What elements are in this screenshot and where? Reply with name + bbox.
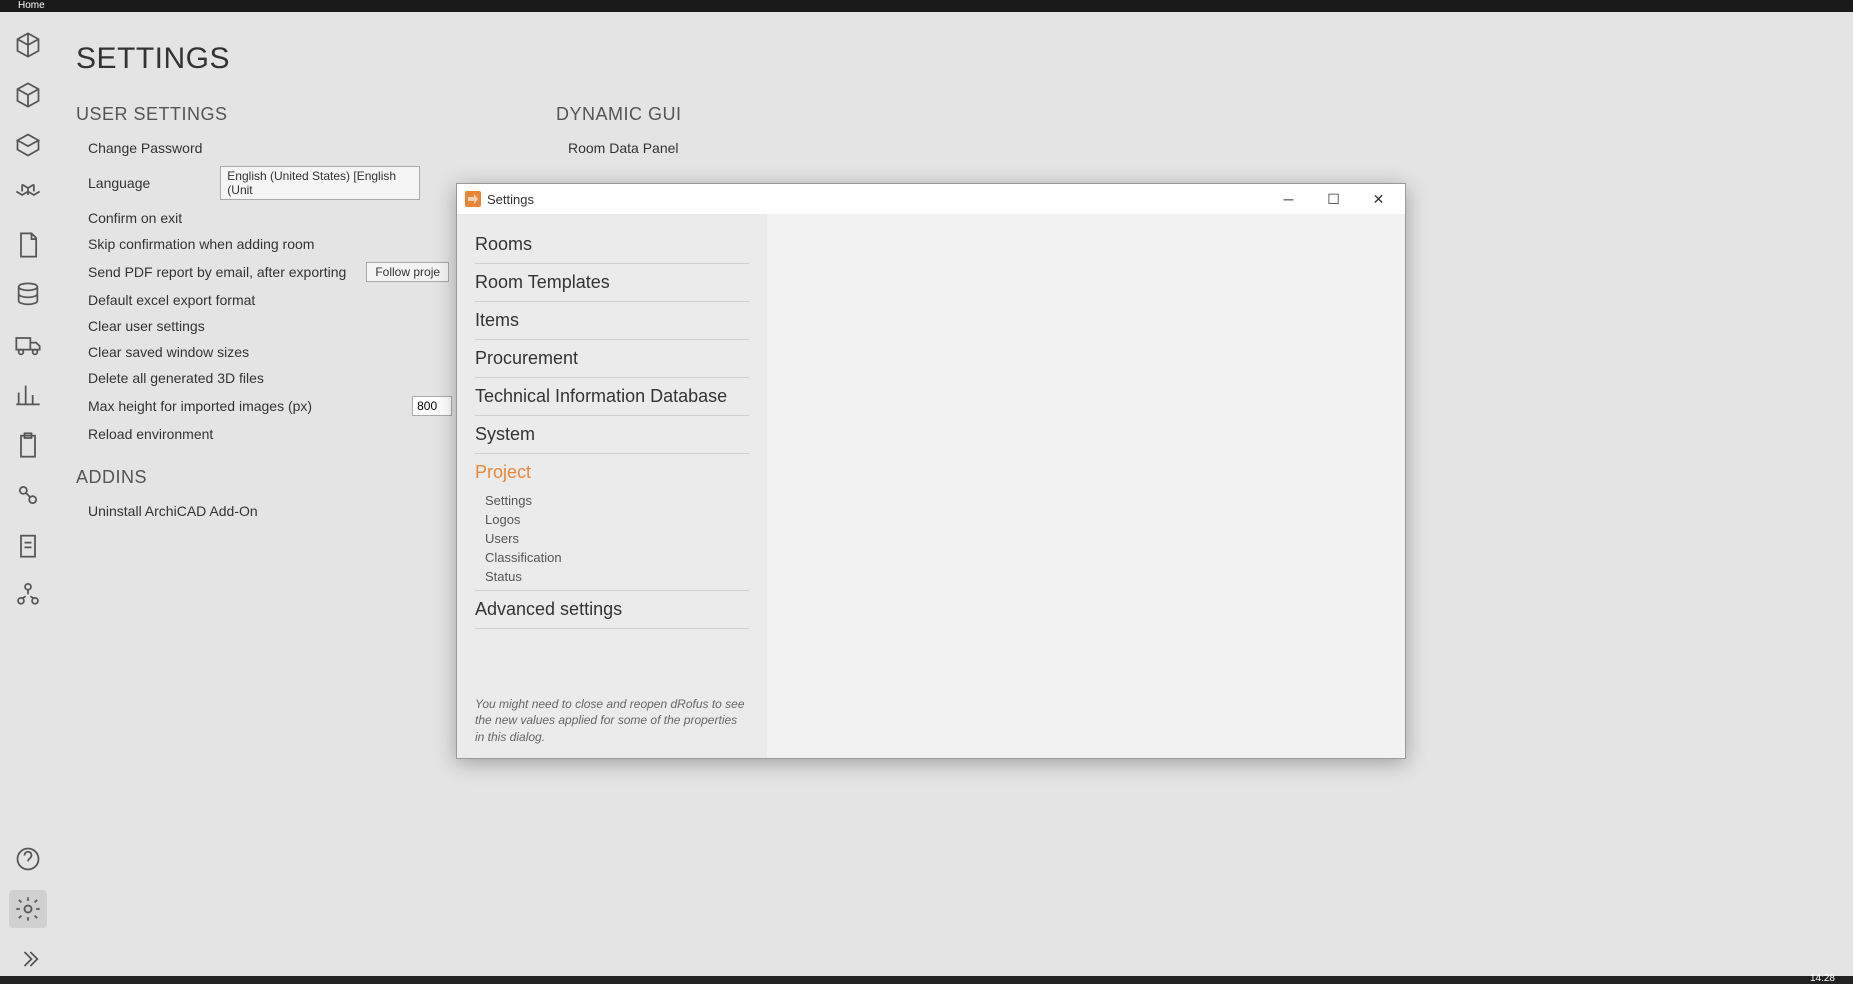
nav-cube-icon-1[interactable] [9,26,47,64]
dialog-content [767,214,1405,758]
change-password-link[interactable]: Change Password [76,135,496,161]
home-tab[interactable]: Home [18,0,45,11]
clear-window-link[interactable]: Clear saved window sizes [76,339,496,365]
delete-3d-link[interactable]: Delete all generated 3D files [76,365,496,391]
nav-clipboard2-icon[interactable] [9,526,47,564]
nav-cube-icon-2[interactable] [9,76,47,114]
nav-help-icon[interactable] [9,840,47,878]
minimize-button[interactable]: ─ [1266,184,1311,214]
nav-project-users[interactable]: Users [475,529,749,548]
reload-env-link[interactable]: Reload environment [76,421,496,447]
nav-room-templates[interactable]: Room Templates [475,264,749,302]
language-select[interactable]: English (United States) [English (Unit [220,166,420,200]
maximize-button[interactable]: ☐ [1311,184,1356,214]
nav-project[interactable]: Project [475,454,749,491]
nav-system[interactable]: System [475,416,749,454]
nav-project-classification[interactable]: Classification [475,548,749,567]
uninstall-addon-link[interactable]: Uninstall ArchiCAD Add-On [76,498,496,524]
close-button[interactable]: ✕ [1356,184,1401,214]
send-pdf-label: Send PDF report by email, after exportin… [88,264,346,280]
nav-project-logos[interactable]: Logos [475,510,749,529]
nav-expand-icon[interactable] [9,940,47,978]
nav-chart-icon[interactable] [9,376,47,414]
skip-confirm-link[interactable]: Skip confirmation when adding room [76,231,496,257]
dialog-title: Settings [487,192,534,207]
nav-package-icon[interactable] [9,126,47,164]
nav-rooms[interactable]: Rooms [475,226,749,264]
nav-clipboard-icon[interactable] [9,426,47,464]
max-height-label: Max height for imported images (px) [88,398,312,414]
nav-project-settings[interactable]: Settings [475,491,749,510]
page-title: SETTINGS [76,42,1833,76]
nav-boxes-icon[interactable] [9,176,47,214]
nav-settings-icon[interactable] [9,890,47,928]
default-excel-link[interactable]: Default excel export format [76,287,496,313]
confirm-exit-link[interactable]: Confirm on exit [76,205,496,231]
follow-project-button[interactable]: Follow proje [366,262,449,282]
nav-items[interactable]: Items [475,302,749,340]
taskbar[interactable] [0,976,1853,984]
dialog-titlebar[interactable]: Settings ─ ☐ ✕ [457,184,1405,214]
left-nav [0,12,56,984]
addins-header: ADDINS [76,467,496,488]
dynamic-gui-header: DYNAMIC GUI [556,104,682,125]
nav-project-status[interactable]: Status [475,567,749,591]
nav-tid[interactable]: Technical Information Database [475,378,749,416]
nav-database-icon[interactable] [9,276,47,314]
settings-dialog: Settings ─ ☐ ✕ Rooms Room Templates Item… [456,183,1406,759]
nav-advanced[interactable]: Advanced settings [475,591,749,629]
nav-truck-icon[interactable] [9,326,47,364]
user-settings-header: USER SETTINGS [76,104,496,125]
clock: 14:28 [1810,973,1835,984]
nav-share-icon[interactable] [9,576,47,614]
clear-user-link[interactable]: Clear user settings [76,313,496,339]
drofus-icon [465,191,481,207]
max-height-input[interactable] [412,396,452,416]
nav-link-icon[interactable] [9,476,47,514]
nav-document-icon[interactable] [9,226,47,264]
nav-procurement[interactable]: Procurement [475,340,749,378]
room-data-panel-link[interactable]: Room Data Panel [556,135,682,161]
dialog-hint: You might need to close and reopen dRofu… [475,676,749,746]
user-settings-col: USER SETTINGS Change Password Language E… [76,104,496,524]
dialog-nav: Rooms Room Templates Items Procurement T… [457,214,767,758]
app-topbar: Home [0,0,1853,12]
language-label: Language [88,175,150,191]
